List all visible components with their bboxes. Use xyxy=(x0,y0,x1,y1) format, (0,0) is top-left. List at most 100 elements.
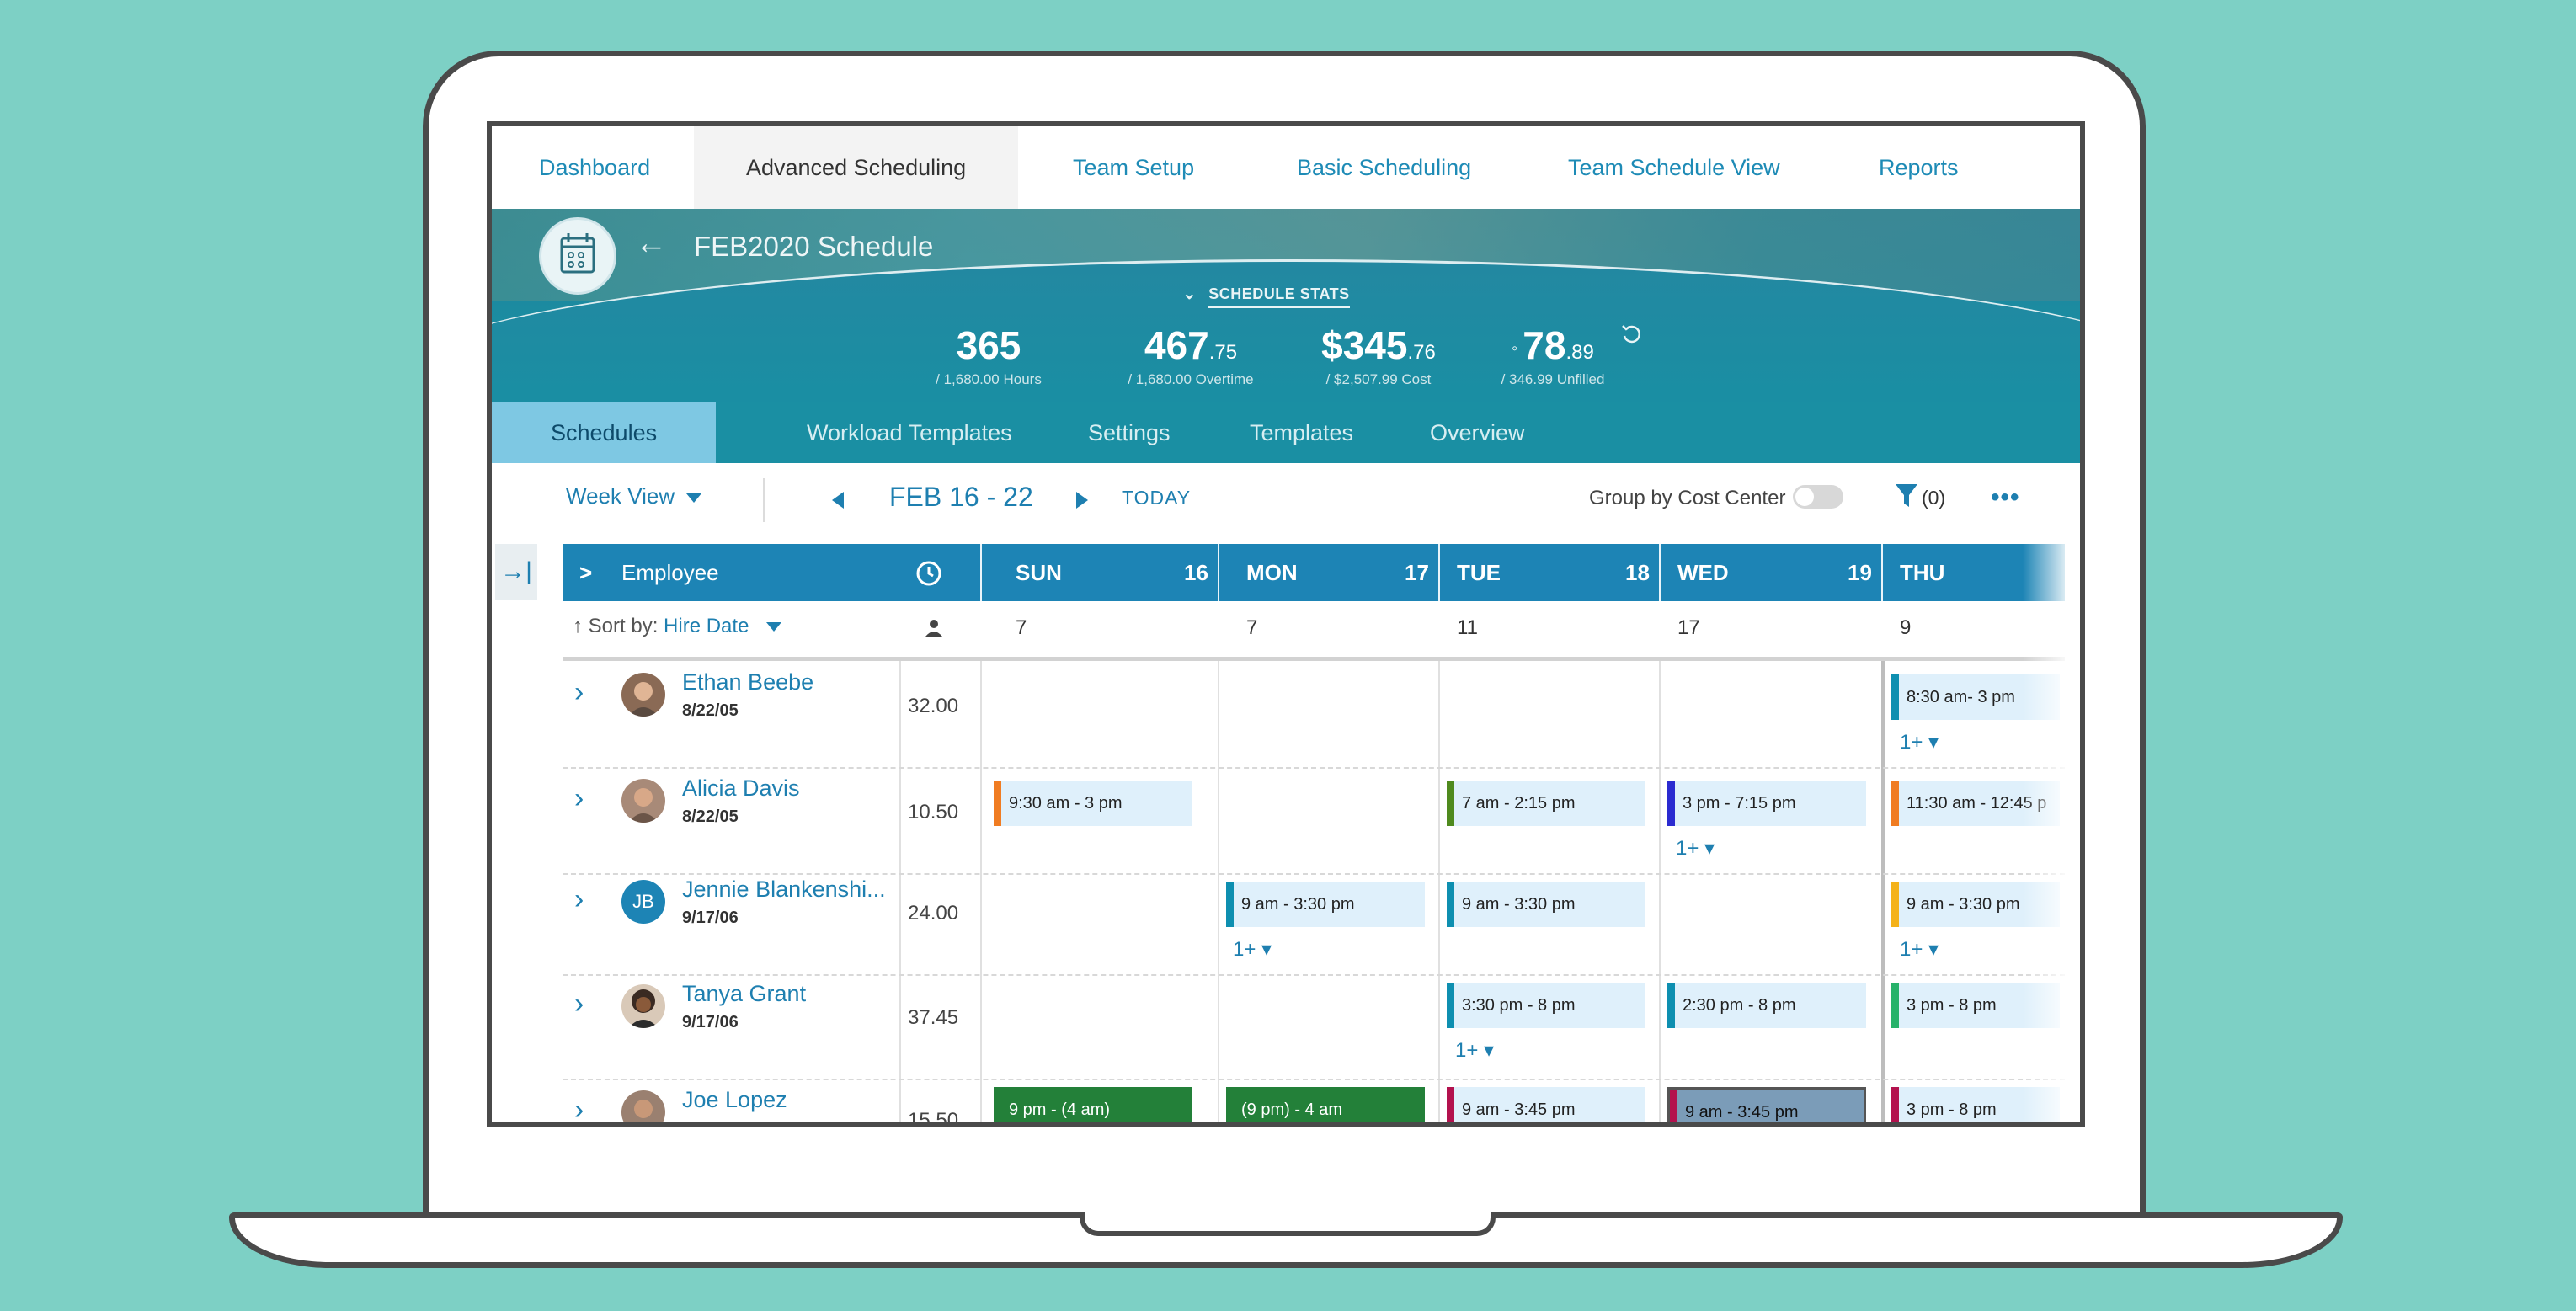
sort-arrow-icon: ↑ xyxy=(573,615,589,637)
shift-time: 7 am - 2:15 pm xyxy=(1462,794,1576,813)
shift-time: 9 am - 3:30 pm xyxy=(1241,895,1355,914)
group-by-label: Group by Cost Center xyxy=(1589,487,1786,509)
day-count-mon: 7 xyxy=(1246,616,1258,639)
more-options-button[interactable]: ••• xyxy=(1991,483,2020,512)
shift-color-bar xyxy=(1447,882,1454,927)
header-divider xyxy=(1438,544,1440,601)
tab-settings[interactable]: Settings xyxy=(1088,402,1171,463)
stat-unfilled-total: / 346.99 Unfilled xyxy=(1501,371,1605,387)
expand-row-icon[interactable]: › xyxy=(574,782,584,815)
more-shifts-link[interactable]: 1+ ▾ xyxy=(1233,937,1272,962)
filter-icon[interactable] xyxy=(1894,482,1919,510)
shift-block[interactable]: 2:30 pm - 8 pm xyxy=(1667,983,1866,1028)
shift-time: 9 am - 3:30 pm xyxy=(1907,895,2020,914)
more-shifts-link[interactable]: 1+ ▾ xyxy=(1900,730,1939,754)
calendar-icon xyxy=(539,217,616,295)
grid-fade-edge xyxy=(2023,544,2073,1122)
today-button[interactable]: TODAY xyxy=(1122,487,1191,509)
shift-time: 3 pm - 8 pm xyxy=(1907,1100,1997,1119)
shift-time: 3 pm - 7:15 pm xyxy=(1683,794,1796,813)
shift-time: 9:30 am - 3 pm xyxy=(1009,794,1123,813)
hire-date: 9/17/06 xyxy=(682,1013,739,1031)
shift-color-bar xyxy=(1891,781,1899,826)
shift-block[interactable]: 9:30 am - 3 pm xyxy=(994,781,1192,826)
shift-block[interactable]: 3:30 pm - 8 pm xyxy=(1447,983,1645,1028)
hire-date: 8/22/05 xyxy=(682,807,739,826)
tab-templates[interactable]: Templates xyxy=(1250,402,1353,463)
nav-advanced-scheduling[interactable]: Advanced Scheduling xyxy=(694,126,1019,209)
more-shifts-link[interactable]: 1+ ▾ xyxy=(1455,1038,1494,1063)
expand-row-icon[interactable]: › xyxy=(574,883,584,916)
shift-time: 3:30 pm - 8 pm xyxy=(1462,996,1576,1015)
shift-block[interactable]: 9 am - 3:30 pm xyxy=(1447,882,1645,927)
employee-name[interactable]: Alicia Davis xyxy=(682,775,800,802)
schedule-title: FEB2020 Schedule xyxy=(694,231,934,262)
header-divider xyxy=(1218,544,1219,601)
nav-basic-scheduling[interactable]: Basic Scheduling xyxy=(1297,126,1471,209)
shift-block-selected[interactable]: 9 am - 3:45 pm xyxy=(1667,1087,1866,1122)
date-range: FEB 16 - 22 xyxy=(889,482,1033,512)
stat-overtime-total: / 1,680.00 Overtime xyxy=(1128,371,1254,387)
tab-workload-templates[interactable]: Workload Templates xyxy=(807,402,1012,463)
group-by-toggle[interactable] xyxy=(1793,485,1843,509)
sort-label: Sort by: xyxy=(588,615,659,637)
week-view-dropdown[interactable]: Week View xyxy=(566,483,702,509)
nav-dashboard[interactable]: Dashboard xyxy=(539,126,650,209)
day-header-tue[interactable]: TUE xyxy=(1457,544,1501,601)
employee-header[interactable]: Employee xyxy=(621,544,719,601)
employee-name[interactable]: Joe Lopez xyxy=(682,1087,787,1113)
sort-control[interactable]: ↑ Sort by: Hire Date xyxy=(573,615,782,638)
shift-block[interactable]: 9 am - 3:30 pm xyxy=(1226,882,1425,927)
stat-cost: $345.76 / $2,507.99 Cost xyxy=(1307,322,1450,388)
avatar xyxy=(621,779,665,823)
shift-block[interactable]: 9 pm - (4 am) xyxy=(994,1087,1192,1122)
nav-team-schedule-view[interactable]: Team Schedule View xyxy=(1568,126,1780,209)
refresh-icon[interactable] xyxy=(1620,322,1644,346)
stat-hours-total: / 1,680.00 Hours xyxy=(936,371,1042,387)
collapse-panel-icon[interactable]: →| xyxy=(495,544,537,600)
shift-block[interactable]: 3 pm - 7:15 pm xyxy=(1667,781,1866,826)
tab-overview[interactable]: Overview xyxy=(1430,402,1525,463)
more-shifts-link[interactable]: 1+ ▾ xyxy=(1900,937,1939,962)
shift-color-bar xyxy=(1447,1087,1454,1122)
day-header-mon[interactable]: MON xyxy=(1246,544,1298,601)
employee-name[interactable]: Jennie Blankenshi... xyxy=(682,877,886,903)
shift-time: 2:30 pm - 8 pm xyxy=(1683,996,1796,1015)
day-header-wed[interactable]: WED xyxy=(1677,544,1729,601)
toolbar-divider xyxy=(763,478,765,522)
schedule-subtabs: Schedules Workload Templates Settings Te… xyxy=(492,402,2080,463)
expand-row-icon[interactable]: › xyxy=(574,676,584,709)
table-row: › Alicia Davis 8/22/05 10.50 9:30 am - 3… xyxy=(563,767,2065,875)
shift-block[interactable]: 9 am - 3:45 pm xyxy=(1447,1087,1645,1122)
employee-name[interactable]: Tanya Grant xyxy=(682,981,806,1007)
more-shifts-link[interactable]: 1+ ▾ xyxy=(1676,836,1715,861)
nav-reports[interactable]: Reports xyxy=(1879,126,1959,209)
next-week-icon[interactable] xyxy=(1076,492,1088,509)
prev-week-icon[interactable] xyxy=(832,492,844,509)
shift-time: 9 am - 3:45 pm xyxy=(1685,1103,1799,1122)
tab-schedules[interactable]: Schedules xyxy=(492,402,717,463)
employee-name[interactable]: Ethan Beebe xyxy=(682,669,813,695)
clock-icon xyxy=(916,561,941,586)
day-header-thu[interactable]: THU xyxy=(1900,544,1944,601)
scheduled-hours: 10.50 xyxy=(908,801,959,823)
day-header-sun[interactable]: SUN xyxy=(1016,544,1062,601)
back-arrow-icon[interactable]: ← xyxy=(635,226,667,262)
schedule-stats-toggle[interactable]: ⌄ SCHEDULE STATS xyxy=(1182,283,1350,308)
avatar: JB xyxy=(621,880,665,924)
nav-team-setup[interactable]: Team Setup xyxy=(1073,126,1194,209)
expand-all-icon[interactable]: > xyxy=(579,544,592,601)
day-count-wed: 17 xyxy=(1677,616,1700,639)
day-number-wed: 19 xyxy=(1848,560,1872,585)
table-row: › JB Jennie Blankenshi... 9/17/06 24.00 … xyxy=(563,868,2065,976)
stat-unfilled-decimal: .89 xyxy=(1565,341,1594,364)
expand-row-icon[interactable]: › xyxy=(574,988,584,1021)
shift-block[interactable]: (9 pm) - 4 am xyxy=(1226,1087,1425,1122)
day-count-thu: 9 xyxy=(1900,616,1912,639)
day-number-sun: 16 xyxy=(1184,560,1208,585)
stat-hours: 365 / 1,680.00 Hours xyxy=(930,322,1048,388)
expand-row-icon[interactable]: › xyxy=(574,1094,584,1122)
shift-time: 3 pm - 8 pm xyxy=(1907,996,1997,1015)
shift-block[interactable]: 7 am - 2:15 pm xyxy=(1447,781,1645,826)
day-count-sun: 7 xyxy=(1016,616,1027,639)
